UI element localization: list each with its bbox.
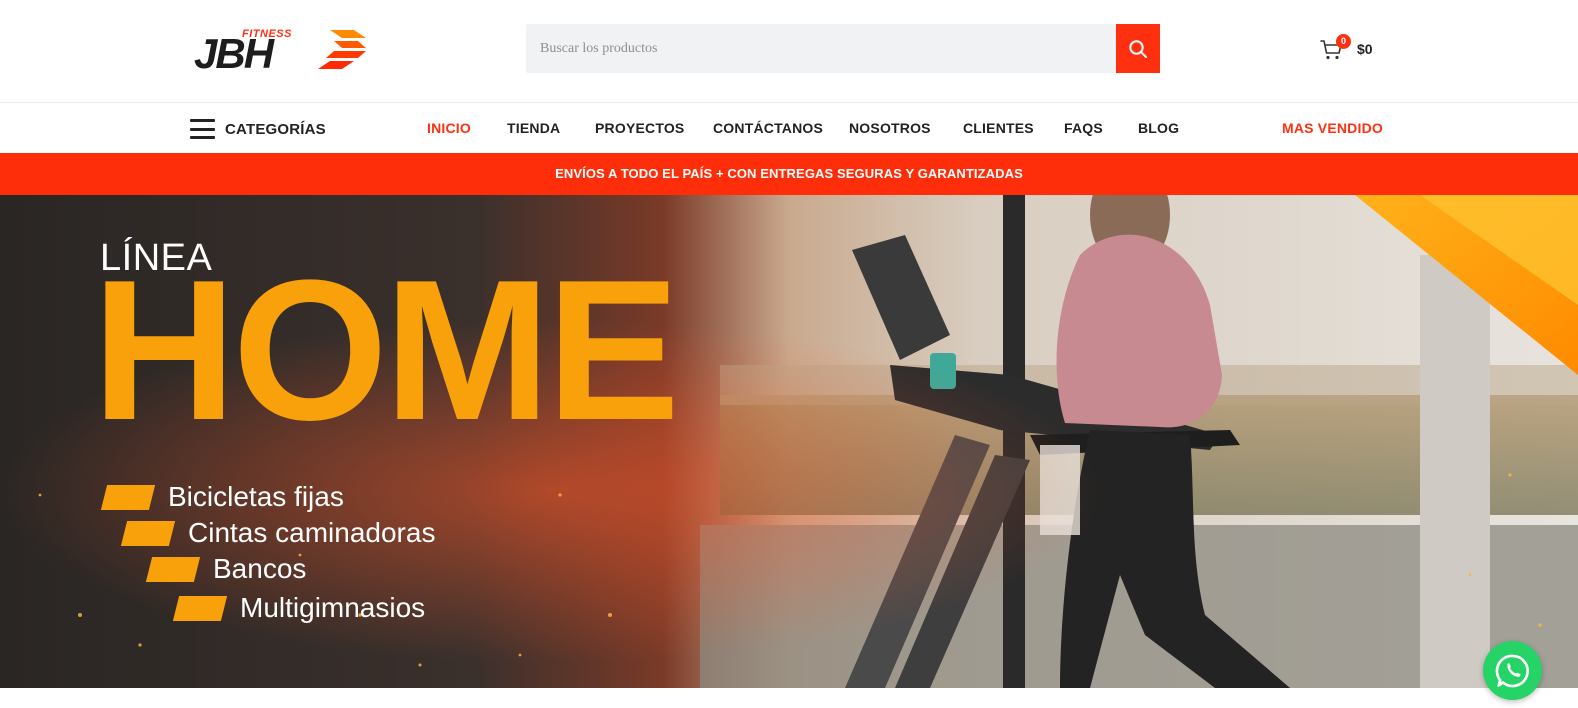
- promo-banner: ENVÍOS A TODO EL PAÍS + CON ENTREGAS SEG…: [0, 153, 1578, 195]
- search-input[interactable]: [526, 24, 1116, 73]
- cart-total: $0: [1357, 41, 1373, 57]
- site-logo[interactable]: JBH FITNESS: [190, 26, 370, 77]
- categories-menu-toggle[interactable]: CATEGORÍAS: [190, 118, 326, 140]
- site-header: JBH FITNESS 0 $0: [0, 0, 1578, 103]
- nav-item-clientes[interactable]: CLIENTES: [963, 120, 1034, 136]
- search-bar: [526, 24, 1160, 73]
- logo-sub-text: FITNESS: [242, 28, 292, 40]
- hamburger-icon: [190, 119, 215, 139]
- main-navigation: CATEGORÍAS INICIO TIENDA PROYECTOS CONTÁ…: [0, 104, 1578, 153]
- nav-item-contactanos[interactable]: CONTÁCTANOS: [713, 120, 823, 136]
- hero-title: HOME: [92, 239, 680, 462]
- whatsapp-icon: [1495, 654, 1529, 687]
- page-content-start: [0, 688, 1578, 708]
- hero-list-item: Multigimnasios: [172, 592, 425, 624]
- logo-speed-stripes: [318, 30, 366, 69]
- nav-item-inicio[interactable]: INICIO: [427, 120, 471, 136]
- hero-list-item: Bancos: [145, 553, 306, 585]
- search-icon: [1129, 39, 1147, 58]
- nav-item-nosotros[interactable]: NOSOTROS: [849, 120, 931, 136]
- whatsapp-button[interactable]: [1483, 641, 1542, 700]
- hero-banner[interactable]: LÍNEA HOME Bicicletas fijas Cintas camin…: [0, 195, 1578, 688]
- nav-item-proyectos[interactable]: PROYECTOS: [595, 120, 684, 136]
- nav-item-blog[interactable]: BLOG: [1138, 120, 1179, 136]
- cart-count-badge: 0: [1336, 34, 1351, 49]
- bullet-chip-icon: [100, 484, 156, 510]
- logo-image: JBH FITNESS: [194, 28, 366, 77]
- bullet-chip-icon: [172, 595, 228, 621]
- cart-widget[interactable]: 0 $0: [1320, 34, 1380, 64]
- nav-item-tienda[interactable]: TIENDA: [507, 120, 560, 136]
- nav-item-faqs[interactable]: FAQS: [1064, 120, 1103, 136]
- categories-label: CATEGORÍAS: [225, 120, 326, 138]
- bullet-chip-icon: [145, 556, 201, 582]
- bullet-chip-icon: [120, 520, 176, 546]
- hero-list-item: Cintas caminadoras: [120, 517, 435, 549]
- hero-list-item: Bicicletas fijas: [100, 481, 344, 513]
- search-button[interactable]: [1116, 24, 1160, 73]
- nav-item-mas-vendido[interactable]: MAS VENDIDO: [1282, 120, 1383, 136]
